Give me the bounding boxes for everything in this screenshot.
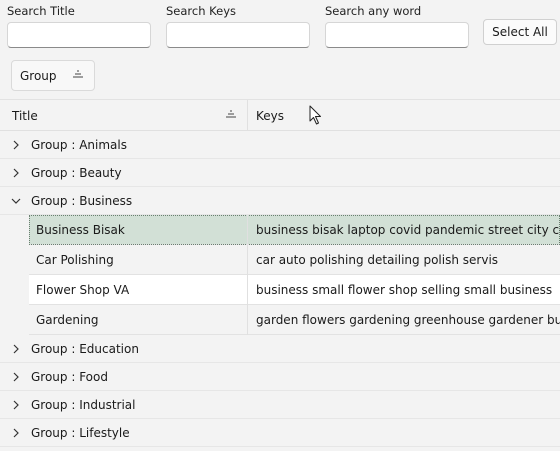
group-row-food[interactable]: Group : Food <box>0 363 560 391</box>
table-row[interactable]: Flower Shop VA business small flower sho… <box>29 275 560 305</box>
cell-keys: garden flowers gardening greenhouse gard… <box>256 313 560 327</box>
search-any-word-group: Search any word <box>325 4 469 48</box>
grid-body: Group : Animals Group : Beauty Group : B… <box>0 131 560 451</box>
search-keys-group: Search Keys <box>166 4 310 48</box>
group-row-label: Group : Food <box>31 370 108 384</box>
group-row-label: Group : Industrial <box>31 398 136 412</box>
group-row-lifestyle[interactable]: Group : Lifestyle <box>0 419 560 447</box>
cell-title: Car Polishing <box>29 245 248 275</box>
chevron-right-icon[interactable] <box>11 428 21 438</box>
chevron-down-icon[interactable] <box>11 196 21 206</box>
cell-keys: business bisak laptop covid pandemic str… <box>256 223 560 237</box>
search-keys-label: Search Keys <box>166 4 237 18</box>
group-row-beauty[interactable]: Group : Beauty <box>0 159 560 187</box>
group-row-label: Group : Animals <box>31 138 127 152</box>
group-row-label: Group : Business <box>31 194 133 208</box>
chevron-right-icon[interactable] <box>11 344 21 354</box>
group-row-animals[interactable]: Group : Animals <box>0 131 560 159</box>
search-any-word-label: Search any word <box>325 4 422 18</box>
group-row-label: Group : Education <box>31 342 139 356</box>
column-header-keys[interactable]: Keys <box>248 100 560 131</box>
filter-bar: Search Title Search Keys Search any word… <box>0 0 560 50</box>
group-chip[interactable]: Group <box>11 60 95 91</box>
search-title-input[interactable] <box>7 22 151 48</box>
sort-ascending-icon <box>73 70 83 78</box>
group-chip-label: Group <box>20 68 57 83</box>
sort-ascending-icon <box>226 110 236 118</box>
group-row-education[interactable]: Group : Education <box>0 335 560 363</box>
search-keys-input[interactable] <box>166 22 310 48</box>
column-header-keys-label: Keys <box>256 108 285 123</box>
mouse-cursor-icon <box>309 105 321 125</box>
cell-keys: business small flower shop selling small… <box>256 283 553 297</box>
table-row[interactable]: Business Bisak business bisak laptop cov… <box>29 215 560 245</box>
chevron-right-icon[interactable] <box>11 372 21 382</box>
select-all-button[interactable]: Select All <box>483 19 557 45</box>
column-header-title[interactable]: Title <box>0 100 248 131</box>
search-title-group: Search Title <box>7 4 151 48</box>
cell-title: Flower Shop VA <box>29 275 248 305</box>
grid-header: Title Keys <box>0 100 560 131</box>
chevron-right-icon[interactable] <box>11 400 21 410</box>
table-row[interactable]: Gardening garden flowers gardening green… <box>29 305 560 335</box>
group-row-label: Group : Lifestyle <box>31 426 130 440</box>
search-any-word-input[interactable] <box>325 22 469 48</box>
group-panel: Group <box>0 50 560 100</box>
cell-title: Business Bisak <box>29 215 248 245</box>
group-row-label: Group : Beauty <box>31 166 122 180</box>
chevron-right-icon[interactable] <box>11 168 21 178</box>
search-title-label: Search Title <box>7 4 75 18</box>
group-row-business[interactable]: Group : Business <box>0 187 560 215</box>
table-row[interactable]: Car Polishing car auto polishing detaili… <box>29 245 560 275</box>
chevron-right-icon[interactable] <box>11 140 21 150</box>
cell-title: Gardening <box>29 305 248 335</box>
column-header-title-label: Title <box>12 108 38 123</box>
cell-keys: car auto polishing detailing polish serv… <box>256 253 499 267</box>
group-row-industrial[interactable]: Group : Industrial <box>0 391 560 419</box>
